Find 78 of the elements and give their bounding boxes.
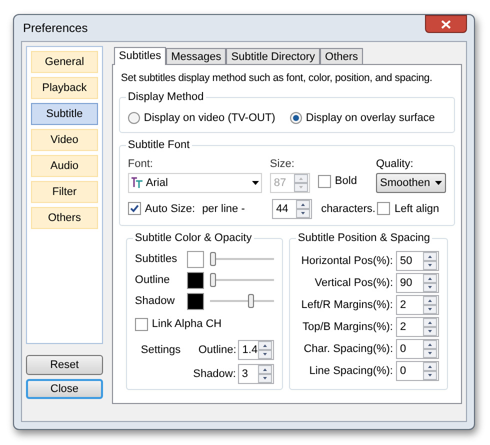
field-label: Char. Spacing(%): [304,342,393,356]
font-icon [130,177,143,188]
group-title: Subtitle Position & Spacing [296,230,432,245]
checkbox-label: Left align [394,202,440,216]
spin-field[interactable]: 90 [396,272,439,293]
tab[interactable]: Subtitle Directory [226,48,320,64]
quality-dropdown[interactable]: Smoothen [376,172,446,193]
color-label: Shadow [134,294,176,309]
field-label: Outline: [198,343,236,358]
spin-arrows-icon[interactable] [423,274,437,292]
field-label: Shadow: [193,367,236,382]
spin-field[interactable]: 0 [396,338,439,359]
window-title: Preferences [22,20,89,37]
field-label: Size: [270,157,296,172]
spin-field[interactable]: 50 [396,250,439,271]
spin-arrows-icon[interactable] [423,362,437,380]
radio-label: Display on overlay surface [306,110,435,126]
dropdown-arrow-icon [252,180,259,185]
group-title: Display Method [126,90,206,104]
category-item[interactable]: Filter [31,181,98,203]
spin-arrows-icon[interactable] [423,296,437,314]
field-label: Top/B Margins(%): [302,320,393,334]
spin-field[interactable]: 2 [396,316,439,337]
category-item[interactable]: Playback [31,77,98,99]
radio-label: Display on video (TV-OUT) [144,110,276,126]
close-icon [441,20,451,28]
settings-label: Settings [140,343,182,358]
spin-arrows-icon[interactable] [423,252,437,270]
checkbox[interactable] [134,318,148,330]
checkbox[interactable] [377,202,390,216]
field-label: Horizontal Pos(%): [301,254,393,268]
field-label: Line Spacing(%): [309,364,393,378]
tab[interactable]: Subtitles [114,47,166,65]
per-line-label: per line - [202,202,246,216]
spin-arrows-icon[interactable] [423,340,437,358]
dialog-button[interactable]: Close [26,379,103,399]
color-label: Subtitles [134,252,178,267]
category-item[interactable]: Audio [31,155,98,177]
opacity-slider[interactable] [210,252,274,266]
tab[interactable]: Messages [166,48,226,64]
characters-label: characters. [321,202,376,216]
category-item[interactable]: Others [31,207,98,229]
spin-field[interactable]: 1.4 [238,340,274,360]
group-title: Subtitle Color & Opacity [132,230,254,245]
description-text: Set subtitles display method such as font, color, position, and spacing. [120,71,434,86]
field-label: Vertical Pos(%): [314,276,393,290]
spin-arrows-icon[interactable] [258,365,272,384]
tab[interactable]: Others [320,48,364,64]
radio-button[interactable] [290,112,302,124]
field-label: Quality: [376,157,414,172]
spin-field[interactable]: 0 [396,360,439,381]
color-swatch[interactable] [186,250,204,268]
color-swatch[interactable] [186,272,204,289]
spin-arrows-icon[interactable] [296,200,310,218]
opacity-slider[interactable] [210,294,274,308]
color-swatch[interactable] [186,292,204,310]
field-label: Left/R Margins(%): [301,298,393,312]
checkbox[interactable] [128,202,141,216]
font-dropdown[interactable]: Arial [128,172,262,193]
spin-field[interactable]: 44 [272,198,312,219]
spin-arrows-icon[interactable] [423,318,437,336]
checkbox-label: Bold [334,174,357,190]
spin-field[interactable]: 3 [238,364,274,384]
category-item[interactable]: Video [31,129,98,151]
spin-field[interactable]: 2 [396,294,439,315]
checkbox[interactable] [318,175,331,188]
checkbox-label: Auto Size: [144,202,196,216]
category-item[interactable]: Subtitle [31,103,98,125]
dialog-button[interactable]: Reset [26,355,103,375]
opacity-slider[interactable] [210,273,274,288]
color-label: Outline [134,273,171,288]
field-label: Font: [128,157,154,172]
category-item[interactable]: General [31,51,98,73]
checkbox-label: Link Alpha CH [152,316,222,332]
radio-button[interactable] [128,112,140,124]
spin-arrows-icon[interactable] [258,341,272,360]
close-button[interactable] [425,15,467,33]
dropdown-arrow-icon [435,180,442,185]
